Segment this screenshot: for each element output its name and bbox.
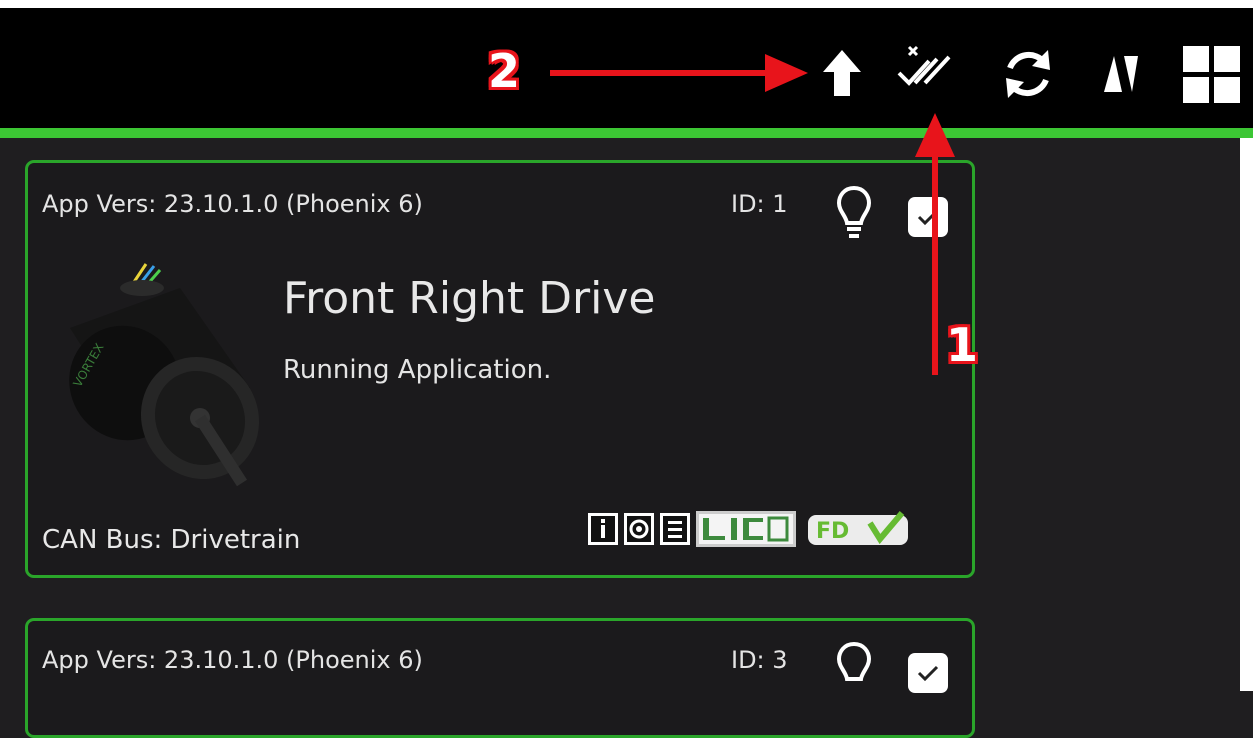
device-name: Front Right Drive <box>283 273 656 324</box>
refresh-icon[interactable] <box>1000 46 1056 102</box>
motor-image: VORTEX <box>69 263 260 487</box>
app-version-label: App Vers: 23.10.1.0 (Phoenix 6) <box>42 190 423 218</box>
device-badges: FD <box>588 511 908 547</box>
annotation-label-1: 1 <box>946 318 979 372</box>
blink-lightbulb-icon[interactable] <box>836 185 872 241</box>
device-card[interactable]: App Vers: 23.10.1.0 (Phoenix 6) ID: 1 VO… <box>25 160 975 578</box>
clipboard-icon[interactable] <box>660 513 690 545</box>
app-version-label: App Vers: 23.10.1.0 (Phoenix 6) <box>42 646 423 674</box>
window-top-edge <box>0 0 1253 8</box>
upload-arrow-icon[interactable] <box>822 48 862 98</box>
lic-badge[interactable] <box>696 511 796 547</box>
deselect-all-icon[interactable] <box>895 43 957 93</box>
toolbar <box>0 8 1253 128</box>
checkmark-icon <box>917 209 939 226</box>
checkmark-icon <box>917 665 939 682</box>
device-id-label: ID: 3 <box>731 646 788 674</box>
status-bar-accent <box>0 128 1253 138</box>
sort-icon[interactable] <box>1102 54 1142 94</box>
info-icon[interactable] <box>588 513 618 545</box>
fdv-badge[interactable]: FD <box>808 511 908 545</box>
annotation-label-2: 2 <box>488 44 521 98</box>
can-bus-label: CAN Bus: Drivetrain <box>42 525 301 555</box>
device-select-checkbox[interactable] <box>908 653 948 693</box>
device-status: Running Application. <box>283 355 552 385</box>
scroll-area-edge <box>1240 138 1253 691</box>
blink-lightbulb-icon[interactable] <box>836 641 872 697</box>
device-select-checkbox[interactable] <box>908 197 948 237</box>
device-card[interactable]: App Vers: 23.10.1.0 (Phoenix 6) ID: 3 <box>25 618 975 738</box>
grid-view-icon[interactable] <box>1183 46 1241 104</box>
device-id-label: ID: 1 <box>731 190 788 218</box>
svg-text:FD: FD <box>816 519 849 544</box>
config-icon[interactable] <box>624 513 654 545</box>
